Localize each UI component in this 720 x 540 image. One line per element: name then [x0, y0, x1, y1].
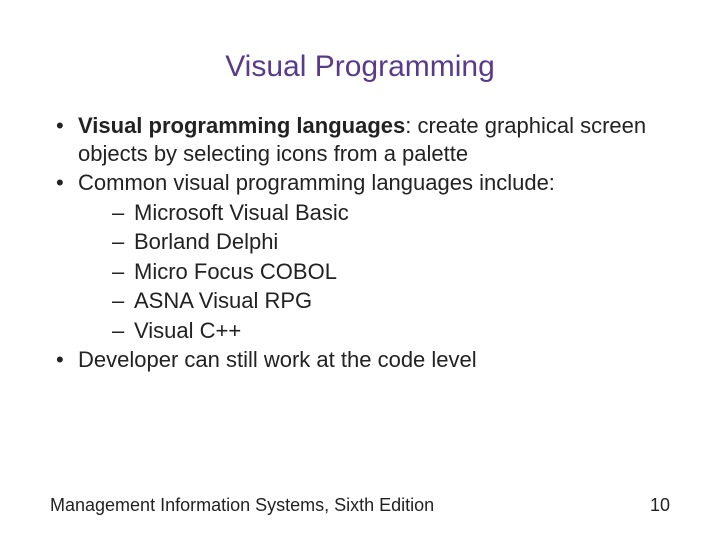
sub-bullet-2: Borland Delphi — [108, 228, 670, 256]
footer-left: Management Information Systems, Sixth Ed… — [50, 495, 434, 516]
sub-bullet-3: Micro Focus COBOL — [108, 258, 670, 286]
sub-bullet-1: Microsoft Visual Basic — [108, 199, 670, 227]
bullet-1: Visual programming languages: create gra… — [50, 112, 670, 167]
bullet-3: Developer can still work at the code lev… — [50, 346, 670, 374]
sub-bullet-5: Visual C++ — [108, 317, 670, 345]
bullet-1-bold: Visual programming languages — [78, 113, 405, 138]
slide-body: Visual programming languages: create gra… — [50, 112, 670, 374]
sub-bullet-list: Microsoft Visual Basic Borland Delphi Mi… — [78, 199, 670, 345]
bullet-2: Common visual programming languages incl… — [50, 169, 670, 344]
bullet-2-text: Common visual programming languages incl… — [78, 170, 555, 195]
slide-footer: Management Information Systems, Sixth Ed… — [50, 495, 670, 516]
slide-title: Visual Programming — [50, 50, 670, 84]
sub-bullet-4: ASNA Visual RPG — [108, 287, 670, 315]
bullet-list: Visual programming languages: create gra… — [50, 112, 670, 374]
footer-page-number: 10 — [650, 495, 670, 516]
